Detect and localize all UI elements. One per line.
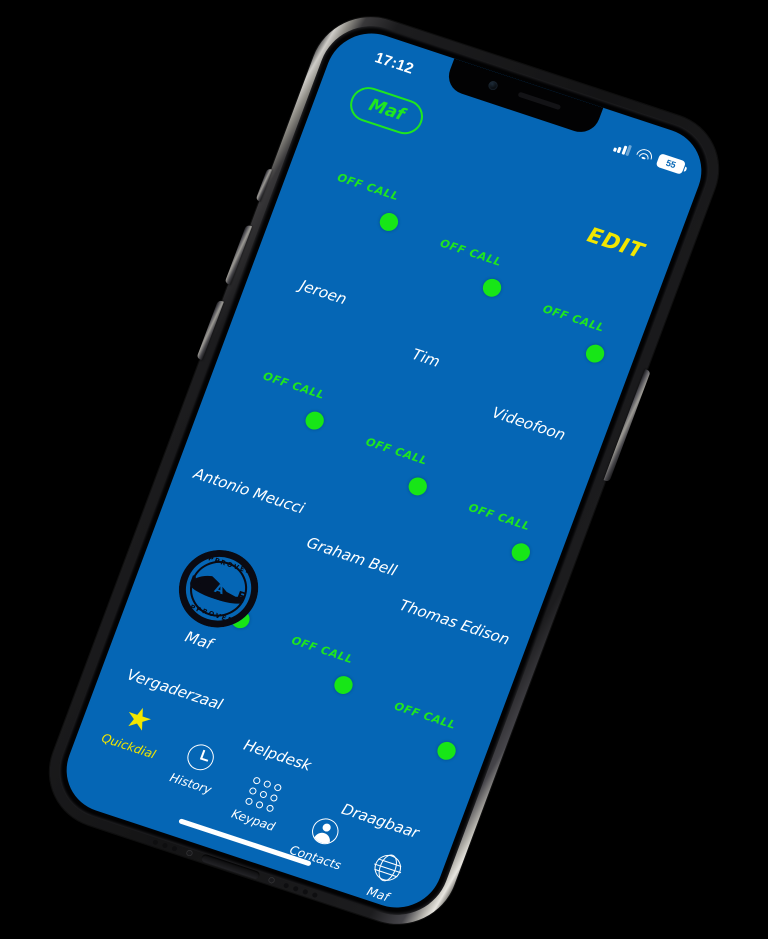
speaker-grille-left xyxy=(152,838,178,851)
screenshot-stage: 17:12 55 Maf EDIT OFF CALL Jeroen OFF CA… xyxy=(0,0,768,939)
presence-dot xyxy=(405,474,430,498)
screw-right xyxy=(267,875,276,884)
presence-dot xyxy=(480,275,504,299)
presence-dot xyxy=(377,210,402,233)
contact-name: Tim xyxy=(409,344,443,371)
screw-left xyxy=(185,848,194,857)
status-time: 17:12 xyxy=(372,48,417,77)
tab-keypad[interactable]: Keypad xyxy=(218,767,301,837)
battery-level-text: 55 xyxy=(664,157,678,170)
clock-icon xyxy=(182,737,219,777)
tab-quickdial[interactable]: ★ Quickdial xyxy=(94,693,177,763)
earpiece-speaker xyxy=(517,90,561,110)
battery-icon: 55 xyxy=(655,152,687,175)
phone-device: 17:12 55 Maf EDIT OFF CALL Jeroen OFF CA… xyxy=(33,1,735,939)
tab-history[interactable]: History xyxy=(156,730,239,800)
keypad-icon xyxy=(243,773,283,814)
presence-dot xyxy=(508,540,533,563)
tab-label: Contacts xyxy=(287,842,344,873)
tab-contacts[interactable]: Contacts xyxy=(280,804,363,874)
account-pill[interactable]: Maf xyxy=(345,81,428,139)
presence-dot xyxy=(303,408,327,432)
presence-dot xyxy=(582,341,607,365)
globe-icon xyxy=(369,847,406,887)
status-indicators: 55 xyxy=(612,138,687,175)
presence-dot xyxy=(331,673,356,696)
wifi-icon xyxy=(634,146,654,163)
cellular-signal-icon xyxy=(612,140,633,156)
person-icon xyxy=(307,811,344,851)
front-camera-icon xyxy=(486,79,499,91)
tab-label: Maf xyxy=(364,883,391,904)
tab-label: Quickdial xyxy=(99,730,158,762)
phone-screen: 17:12 55 Maf EDIT OFF CALL Jeroen OFF CA… xyxy=(53,21,715,919)
star-icon: ★ xyxy=(119,699,158,739)
presence-dot xyxy=(434,738,458,762)
